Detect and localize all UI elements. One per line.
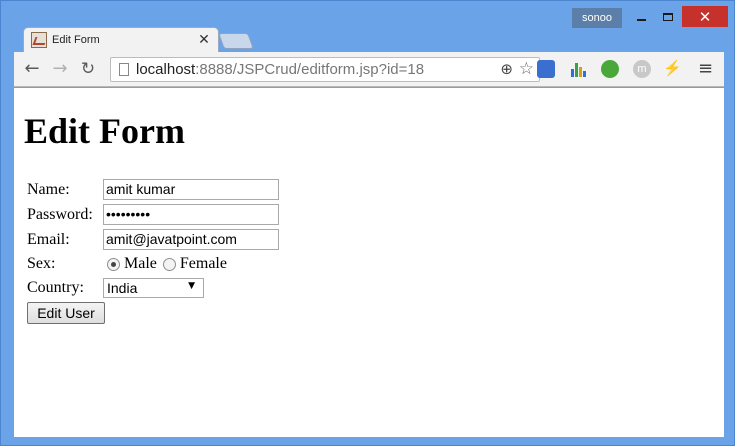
country-label: Country: xyxy=(27,279,84,296)
name-field[interactable]: amit kumar xyxy=(103,179,279,200)
chart-extension-icon[interactable] xyxy=(569,60,587,78)
tab-title: Edit Form xyxy=(52,34,100,46)
reload-icon[interactable]: ↻ xyxy=(78,59,98,79)
address-bar[interactable]: localhost:8888/JSPCrud/editform.jsp?id=1… xyxy=(110,57,540,82)
browser-window: sonoo ✕ Edit Form ✕ ← → ↻ localhost:8888… xyxy=(0,0,735,446)
password-label: Password: xyxy=(27,205,93,223)
form-row-sex: Sex: Male Female xyxy=(26,253,280,275)
url-host: localhost xyxy=(136,61,196,78)
maximize-button[interactable] xyxy=(655,6,681,27)
form-row-email: Email: amit@javatpoint.com xyxy=(26,228,280,251)
close-icon: ✕ xyxy=(698,7,712,26)
bookmark-star-icon[interactable]: ☆ xyxy=(519,59,534,79)
form-row-password: Password: ••••••••• xyxy=(26,203,280,226)
menu-icon[interactable]: ≡ xyxy=(698,58,713,79)
url-path: :8888/JSPCrud/editform.jsp?id=18 xyxy=(195,61,425,78)
lightning-extension-icon[interactable]: ⚡ xyxy=(663,60,682,78)
password-field[interactable]: ••••••••• xyxy=(103,204,279,225)
favicon-icon xyxy=(31,32,47,48)
email-label: Email: xyxy=(27,230,70,248)
maximize-icon xyxy=(663,12,673,21)
email-field[interactable]: amit@javatpoint.com xyxy=(103,229,279,250)
minimize-icon xyxy=(636,18,646,21)
green-extension-icon[interactable] xyxy=(601,60,619,78)
dropdown-arrow-icon: ▼ xyxy=(188,281,195,291)
tab-content: Edit Form ✕ xyxy=(31,28,211,52)
page-icon xyxy=(119,63,129,76)
browser-toolbar: ← → ↻ localhost:8888/JSPCrud/editform.js… xyxy=(14,52,724,87)
sex-label: Sex: xyxy=(27,255,56,272)
form-row-name: Name: amit kumar xyxy=(26,178,280,201)
edit-user-button[interactable]: Edit User xyxy=(27,302,105,324)
form-row-submit: Edit User xyxy=(26,301,280,325)
tab-close-icon[interactable]: ✕ xyxy=(197,32,211,48)
sex-radio-female[interactable] xyxy=(162,257,176,271)
edit-form: Name: amit kumar Password: ••••••••• Ema… xyxy=(24,176,282,327)
sex-radio-group: Male Female xyxy=(103,255,279,273)
zoom-icon[interactable]: ⊕ xyxy=(500,60,513,78)
name-label: Name: xyxy=(27,180,70,198)
user-profile-badge[interactable]: sonoo xyxy=(572,8,622,28)
close-window-button[interactable]: ✕ xyxy=(682,6,728,27)
amazon-extension-icon[interactable] xyxy=(537,60,555,78)
back-arrow-icon[interactable]: ← xyxy=(22,59,42,79)
country-selected-value: India xyxy=(107,280,138,296)
page-content: Edit Form Name: amit kumar Password: •••… xyxy=(14,88,724,437)
forward-arrow-icon[interactable]: → xyxy=(50,59,70,79)
new-tab-button[interactable] xyxy=(218,33,254,49)
country-select[interactable]: India ▼ xyxy=(103,278,204,298)
m-extension-icon[interactable]: m xyxy=(633,60,651,78)
form-row-country: Country: India ▼ xyxy=(26,277,280,299)
sex-radio-male[interactable] xyxy=(107,257,120,271)
page-title: Edit Form xyxy=(24,111,185,151)
minimize-button[interactable] xyxy=(627,6,655,27)
sex-radio-female-label: Female xyxy=(179,255,227,272)
sex-radio-male-label: Male xyxy=(124,255,157,272)
